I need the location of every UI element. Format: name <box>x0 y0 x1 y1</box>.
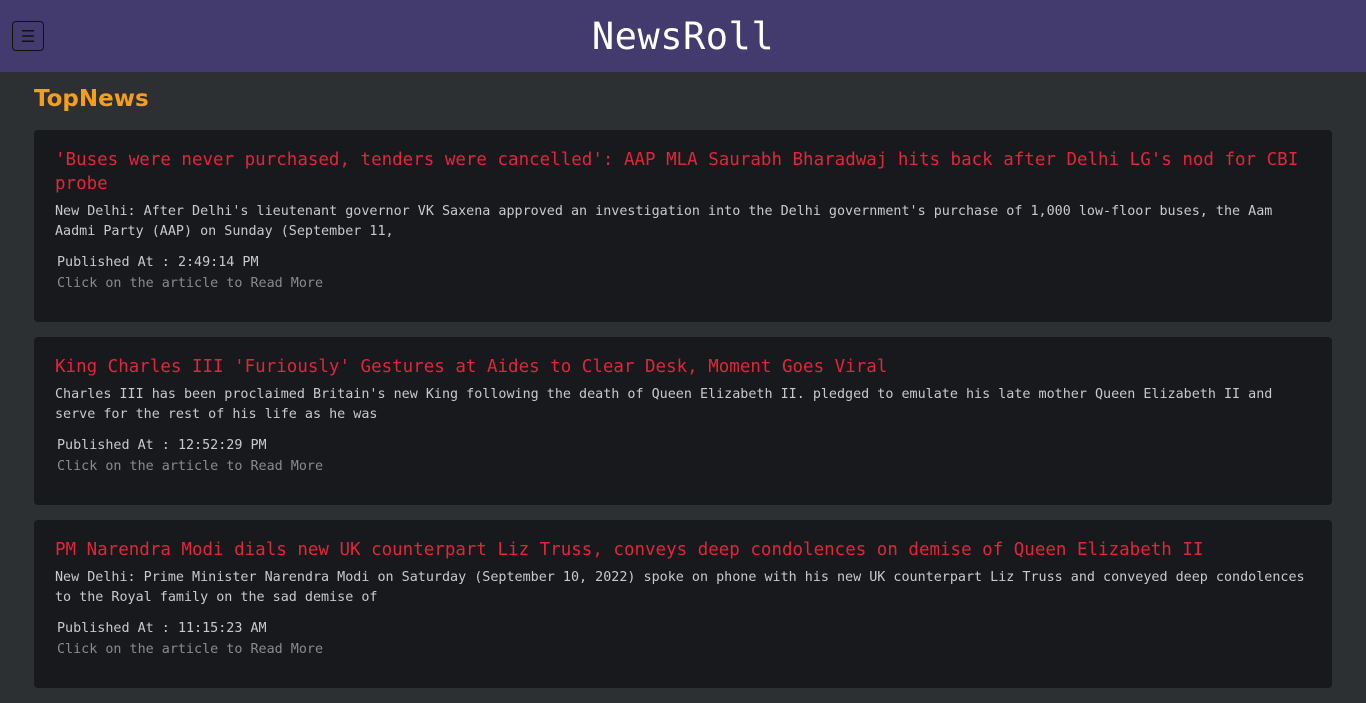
article-description: New Delhi: After Delhi's lieutenant gove… <box>55 204 1273 239</box>
article-title[interactable]: PM Narendra Modi dials new UK counterpar… <box>55 538 1311 562</box>
menu-toggle-button[interactable] <box>12 21 44 51</box>
article-title[interactable]: King Charles III 'Furiously' Gestures at… <box>55 355 1311 379</box>
app-header: NewsRoll <box>0 0 1366 72</box>
article-published: Published At : 2:49:14 PM <box>57 255 259 270</box>
published-label: Published At <box>57 438 154 453</box>
article-list: 'Buses were never purchased, tenders wer… <box>34 130 1332 703</box>
published-label: Published At <box>57 255 154 270</box>
published-time: 2:49:14 PM <box>177 255 259 270</box>
article-card[interactable]: 'Buses were never purchased, tenders wer… <box>34 130 1332 322</box>
article-title[interactable]: 'Buses were never purchased, tenders wer… <box>55 148 1311 196</box>
article-card[interactable]: PM Narendra Modi dials new UK counterpar… <box>34 520 1332 688</box>
published-time: 11:15:23 AM <box>177 621 267 636</box>
article-published: Published At : 11:15:23 AM <box>57 621 267 636</box>
published-label: Published At <box>57 621 154 636</box>
section-title: TopNews <box>34 86 149 112</box>
article-card[interactable]: King Charles III 'Furiously' Gestures at… <box>34 337 1332 505</box>
article-description: New Delhi: Prime Minister Narendra Modi … <box>55 570 1305 605</box>
read-more-hint: Click on the article to Read More <box>57 642 324 657</box>
app-title: NewsRoll <box>591 14 775 58</box>
article-published: Published At : 12:52:29 PM <box>57 438 267 453</box>
published-time: 12:52:29 PM <box>177 438 267 453</box>
article-description: Charles III has been proclaimed Britain'… <box>55 387 1273 422</box>
hamburger-menu-icon <box>22 30 34 42</box>
read-more-hint: Click on the article to Read More <box>57 276 324 291</box>
read-more-hint: Click on the article to Read More <box>57 459 324 474</box>
